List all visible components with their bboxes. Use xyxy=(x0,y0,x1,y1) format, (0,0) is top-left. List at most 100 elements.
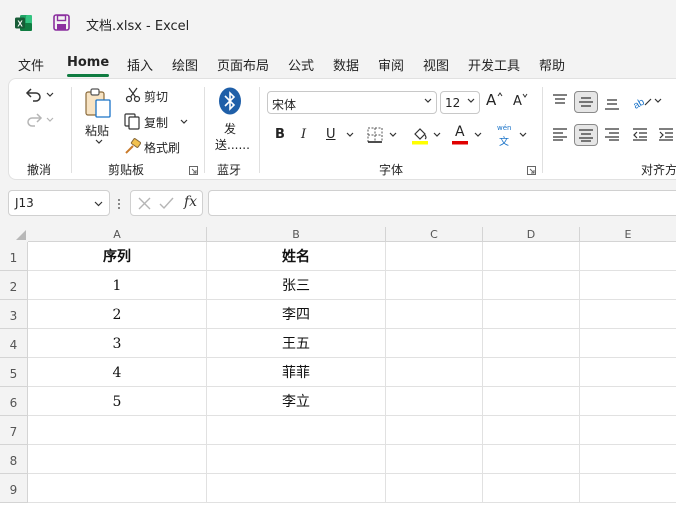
column-header-b[interactable]: B xyxy=(207,227,386,242)
more-options-icon[interactable] xyxy=(117,198,121,210)
tab-home[interactable]: Home xyxy=(67,55,109,70)
cell-d5[interactable] xyxy=(483,358,580,387)
cancel-icon[interactable] xyxy=(138,197,151,210)
format-painter-button[interactable]: 格式刷 xyxy=(144,139,180,156)
tab-draw[interactable]: 绘图 xyxy=(172,55,198,74)
scissors-icon[interactable] xyxy=(125,87,141,103)
cell-d4[interactable] xyxy=(483,329,580,358)
cell-b5[interactable]: 菲菲 xyxy=(207,358,386,387)
bold-button[interactable]: B xyxy=(275,127,285,142)
row-header[interactable]: 3 xyxy=(0,300,28,329)
cell-a6[interactable]: 5 xyxy=(28,387,207,416)
tab-review[interactable]: 审阅 xyxy=(378,55,404,74)
align-top-icon[interactable] xyxy=(552,93,568,107)
font-name-dropdown[interactable]: 宋体 xyxy=(267,91,437,114)
cell-a8[interactable] xyxy=(28,445,207,474)
underline-button[interactable]: U xyxy=(326,127,336,142)
tab-file[interactable]: 文件 xyxy=(18,55,44,74)
cell-c4[interactable] xyxy=(386,329,483,358)
cell-a3[interactable]: 2 xyxy=(28,300,207,329)
cell-d1[interactable] xyxy=(483,242,580,271)
row-header[interactable]: 8 xyxy=(0,445,28,474)
paste-icon[interactable] xyxy=(83,87,115,119)
align-right-icon[interactable] xyxy=(604,127,620,141)
cell-d7[interactable] xyxy=(483,416,580,445)
row-header[interactable]: 9 xyxy=(0,474,28,503)
column-header-d[interactable]: D xyxy=(483,227,580,242)
name-box[interactable]: J13 xyxy=(8,190,110,216)
font-size-dropdown[interactable]: 12 xyxy=(440,91,480,114)
cell-a5[interactable]: 4 xyxy=(28,358,207,387)
cell-b4[interactable]: 王五 xyxy=(207,329,386,358)
chevron-down-icon[interactable] xyxy=(95,139,103,145)
decrease-indent-icon[interactable] xyxy=(632,127,648,141)
row-header[interactable]: 6 xyxy=(0,387,28,416)
cell-d3[interactable] xyxy=(483,300,580,329)
dialog-launcher-icon[interactable] xyxy=(527,166,536,175)
column-header-e[interactable]: E xyxy=(580,227,676,242)
cell-c9[interactable] xyxy=(386,474,483,503)
cell-a1[interactable]: 序列 xyxy=(28,242,207,271)
cell-b2[interactable]: 张三 xyxy=(207,271,386,300)
copy-button[interactable]: 复制 xyxy=(144,114,168,131)
cell-a2[interactable]: 1 xyxy=(28,271,207,300)
paste-label[interactable]: 粘贴 xyxy=(85,122,109,139)
formula-input[interactable] xyxy=(208,190,676,216)
increase-indent-icon[interactable] xyxy=(658,127,674,141)
select-all-corner[interactable] xyxy=(0,227,28,242)
cell-e7[interactable] xyxy=(580,416,676,445)
chevron-down-icon[interactable] xyxy=(180,119,188,125)
chevron-down-icon[interactable] xyxy=(346,132,354,138)
cell-d2[interactable] xyxy=(483,271,580,300)
insert-function-button[interactable]: fx xyxy=(184,194,197,210)
cell-c1[interactable] xyxy=(386,242,483,271)
row-header[interactable]: 5 xyxy=(0,358,28,387)
send-label-line2[interactable]: 送...... xyxy=(215,136,250,153)
bluetooth-icon[interactable] xyxy=(218,87,242,115)
chevron-down-icon[interactable] xyxy=(433,132,441,138)
cell-c5[interactable] xyxy=(386,358,483,387)
row-header[interactable]: 1 xyxy=(0,242,28,271)
phonetic-guide-top[interactable]: wén xyxy=(497,124,511,132)
italic-button[interactable]: I xyxy=(301,127,306,142)
cell-a7[interactable] xyxy=(28,416,207,445)
cell-c7[interactable] xyxy=(386,416,483,445)
save-icon[interactable] xyxy=(53,14,70,31)
cell-c2[interactable] xyxy=(386,271,483,300)
row-header[interactable]: 7 xyxy=(0,416,28,445)
cell-e9[interactable] xyxy=(580,474,676,503)
enter-check-icon[interactable] xyxy=(159,197,174,210)
tab-view[interactable]: 视图 xyxy=(423,55,449,74)
tab-developer[interactable]: 开发工具 xyxy=(468,55,520,74)
cell-c6[interactable] xyxy=(386,387,483,416)
cell-d6[interactable] xyxy=(483,387,580,416)
cell-b8[interactable] xyxy=(207,445,386,474)
cell-b3[interactable]: 李四 xyxy=(207,300,386,329)
cell-a9[interactable] xyxy=(28,474,207,503)
shrink-font-button[interactable]: A xyxy=(513,94,522,109)
chevron-down-icon[interactable] xyxy=(389,132,397,138)
tab-page-layout[interactable]: 页面布局 xyxy=(217,55,269,74)
cell-c3[interactable] xyxy=(386,300,483,329)
send-label-line1[interactable]: 发 xyxy=(224,120,236,137)
cell-e5[interactable] xyxy=(580,358,676,387)
format-painter-icon[interactable] xyxy=(124,138,141,155)
borders-icon[interactable] xyxy=(367,127,383,143)
dialog-launcher-icon[interactable] xyxy=(189,166,198,175)
undo-icon[interactable] xyxy=(24,87,56,103)
cell-e3[interactable] xyxy=(580,300,676,329)
tab-formulas[interactable]: 公式 xyxy=(288,55,314,74)
row-header[interactable]: 4 xyxy=(0,329,28,358)
orientation-icon[interactable]: ab xyxy=(632,93,662,109)
redo-icon[interactable] xyxy=(24,112,56,128)
align-left-icon[interactable] xyxy=(552,127,568,141)
column-header-a[interactable]: A xyxy=(28,227,207,242)
chevron-down-icon[interactable] xyxy=(474,132,482,138)
cell-b9[interactable] xyxy=(207,474,386,503)
column-header-c[interactable]: C xyxy=(386,227,483,242)
cell-e6[interactable] xyxy=(580,387,676,416)
chevron-down-icon[interactable] xyxy=(519,132,527,138)
fill-color-icon[interactable] xyxy=(411,125,429,145)
font-color-button[interactable]: A xyxy=(455,124,465,140)
cut-button[interactable]: 剪切 xyxy=(144,88,168,105)
